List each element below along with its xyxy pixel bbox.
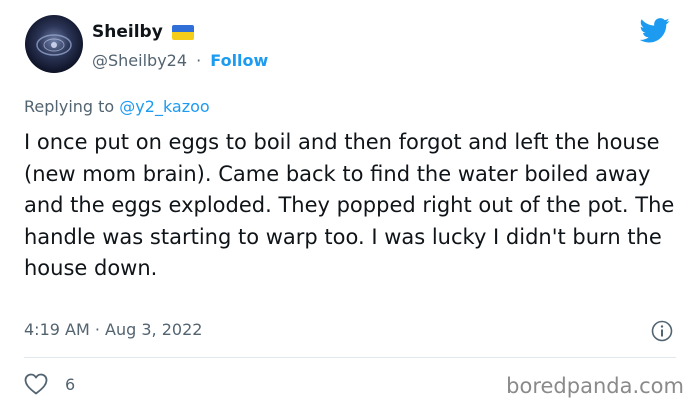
reply-target-link[interactable]: @y2_kazoo [119, 97, 209, 116]
avatar[interactable] [25, 15, 83, 73]
tweet-timestamp[interactable]: 4:19 AM · Aug 3, 2022 [24, 320, 202, 339]
like-action[interactable]: 6 [24, 373, 75, 395]
avatar-image [36, 34, 72, 56]
like-count: 6 [65, 374, 76, 394]
separator-dot: · [196, 51, 202, 70]
follow-button[interactable]: Follow [210, 51, 268, 70]
author-handle-row: @Sheilby24 · Follow [92, 51, 268, 70]
watermark: boredpanda.com [506, 374, 684, 398]
tweet-text: I once put on eggs to boil and then forg… [24, 130, 675, 280]
divider [24, 357, 676, 358]
info-icon[interactable] [651, 320, 673, 342]
twitter-bird-icon[interactable] [640, 18, 670, 43]
replying-to-line: Replying to @y2_kazoo [24, 97, 210, 116]
author-handle[interactable]: @Sheilby24 [92, 51, 187, 70]
author-name-row: Sheilby [92, 22, 194, 42]
heart-icon [24, 373, 48, 395]
author-display-name[interactable]: Sheilby [92, 22, 163, 42]
replying-to-prefix: Replying to [24, 97, 120, 116]
ukraine-flag-icon [171, 24, 194, 40]
